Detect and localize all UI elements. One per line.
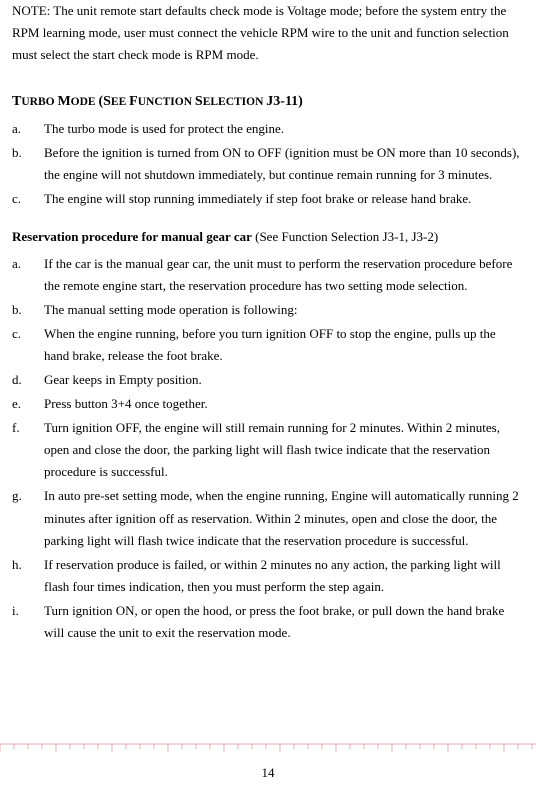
list-item: b. The manual setting mode operation is … [12, 299, 524, 321]
list-label: b. [12, 299, 44, 321]
list-content: Press button 3+4 once together. [44, 393, 524, 415]
hd-t: T [12, 94, 21, 109]
list-item: g. In auto pre-set setting mode, when th… [12, 485, 524, 551]
list-content: If the car is the manual gear car, the u… [44, 253, 524, 297]
list-label: h. [12, 554, 44, 598]
hd-urbo: URBO [21, 96, 57, 108]
hd-f: F [129, 94, 138, 109]
hd-j311: J3-11) [266, 94, 303, 109]
list-item: e. Press button 3+4 once together. [12, 393, 524, 415]
list-label: c. [12, 323, 44, 367]
list-item: c. When the engine running, before you t… [12, 323, 524, 367]
note-paragraph: NOTE: The unit remote start defaults che… [12, 0, 524, 66]
hd-s1: (S [98, 94, 110, 109]
list-label: a. [12, 118, 44, 140]
page-footer: 14 [0, 742, 536, 790]
list-item: a. The turbo mode is used for protect th… [12, 118, 524, 140]
reservation-heading-tail: (See Function Selection J3-1, J3-2) [252, 229, 438, 244]
ruler-icon [0, 742, 536, 754]
list-label: a. [12, 253, 44, 297]
list-item: i. Turn ignition ON, or open the hood, o… [12, 600, 524, 644]
page-number: 14 [0, 762, 536, 790]
list-content: Turn ignition OFF, the engine will still… [44, 417, 524, 483]
list-content: Turn ignition ON, or open the hood, or p… [44, 600, 524, 644]
list-label: i. [12, 600, 44, 644]
list-label: e. [12, 393, 44, 415]
list-label: g. [12, 485, 44, 551]
turbo-list: a. The turbo mode is used for protect th… [12, 118, 524, 210]
list-content: When the engine running, before you turn… [44, 323, 524, 367]
list-content: In auto pre-set setting mode, when the e… [44, 485, 524, 551]
list-content: If reservation produce is failed, or wit… [44, 554, 524, 598]
hd-ode: ODE [71, 96, 99, 108]
list-label: c. [12, 188, 44, 210]
hd-unction: UNCTION [138, 96, 195, 108]
list-item: f. Turn ignition OFF, the engine will st… [12, 417, 524, 483]
hd-s2: S [195, 94, 203, 109]
list-label: d. [12, 369, 44, 391]
list-content: The engine will stop running immediately… [44, 188, 524, 210]
list-content: The turbo mode is used for protect the e… [44, 118, 524, 140]
list-item: a. If the car is the manual gear car, th… [12, 253, 524, 297]
list-item: c. The engine will stop running immediat… [12, 188, 524, 210]
turbo-mode-heading: TURBO MODE (SEE FUNCTION SELECTION J3-11… [12, 90, 524, 114]
reservation-heading: Reservation procedure for manual gear ca… [12, 229, 252, 244]
list-item: b. Before the ignition is turned from ON… [12, 142, 524, 186]
list-item: d. Gear keeps in Empty position. [12, 369, 524, 391]
list-content: Gear keeps in Empty position. [44, 369, 524, 391]
hd-election: ELECTION [203, 96, 267, 108]
reservation-list: a. If the car is the manual gear car, th… [12, 253, 524, 645]
list-label: f. [12, 417, 44, 483]
reservation-heading-row: Reservation procedure for manual gear ca… [12, 226, 524, 248]
hd-ee: EE [111, 96, 129, 108]
list-label: b. [12, 142, 44, 186]
list-content: The manual setting mode operation is fol… [44, 299, 524, 321]
list-content: Before the ignition is turned from ON to… [44, 142, 524, 186]
hd-m: M [57, 94, 70, 109]
list-item: h. If reservation produce is failed, or … [12, 554, 524, 598]
